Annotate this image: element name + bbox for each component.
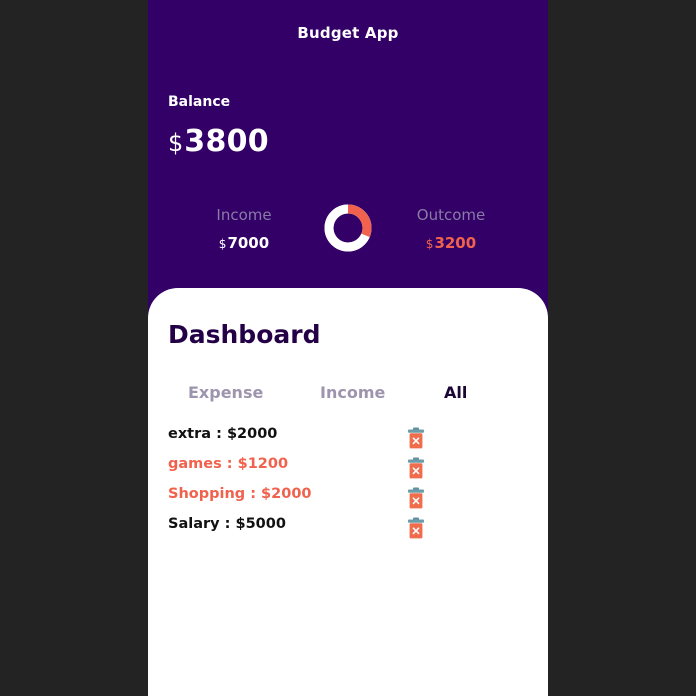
- income-summary: Income $ 7000: [184, 206, 304, 252]
- entry-text-shopping: Shopping : $2000: [168, 486, 312, 502]
- outcome-amount: 3200: [434, 234, 477, 252]
- list-item-salary: Salary : $5000: [168, 514, 528, 544]
- dashboard-tabs: Expense Income All: [148, 383, 548, 407]
- entry-text-extra: extra : $2000: [168, 426, 278, 442]
- app-title: Budget App: [297, 24, 399, 42]
- trash-icon[interactable]: [407, 487, 425, 509]
- income-amount: 7000: [227, 234, 270, 252]
- tab-expense[interactable]: Expense: [188, 383, 263, 402]
- outcome-value: $ 3200: [426, 234, 476, 252]
- tab-all[interactable]: All: [444, 383, 467, 402]
- trash-lid: [408, 459, 424, 463]
- trash-icon[interactable]: [407, 427, 425, 449]
- trash-lid: [408, 489, 424, 493]
- summary-header: Budget App Balance $ 3800 Income $ 7000 …: [148, 0, 548, 320]
- trash-lid: [408, 519, 424, 523]
- list-item-extra: extra : $2000: [168, 424, 528, 454]
- entry-text-games: games : $1200: [168, 456, 289, 472]
- income-outcome-donut-chart: [324, 204, 372, 252]
- entry-text-salary: Salary : $5000: [168, 516, 286, 532]
- list-item-shopping: Shopping : $2000: [168, 484, 528, 514]
- balance-currency: $: [168, 129, 184, 157]
- dashboard-title: Dashboard: [168, 320, 321, 349]
- balance-value: $ 3800: [168, 124, 269, 159]
- tab-income[interactable]: Income: [320, 383, 385, 402]
- dashboard-panel: Dashboard Expense Income All extra : $20…: [148, 288, 548, 696]
- trash-icon[interactable]: [407, 457, 425, 479]
- list-item-games: games : $1200: [168, 454, 528, 484]
- budget-app-screen: Budget App Balance $ 3800 Income $ 7000 …: [148, 0, 548, 696]
- outcome-summary: Outcome $ 3200: [391, 206, 511, 252]
- income-value: $ 7000: [219, 234, 269, 252]
- outcome-label: Outcome: [416, 206, 486, 224]
- trash-icon[interactable]: [407, 517, 425, 539]
- balance-label: Balance: [168, 94, 231, 110]
- income-label: Income: [216, 206, 272, 224]
- outcome-donut-segment: [347, 204, 372, 238]
- balance-amount: 3800: [184, 124, 269, 159]
- entries-list: extra : $2000 games : $1200 Shopping: $…: [168, 424, 528, 544]
- income-currency: $: [218, 237, 227, 251]
- trash-lid: [408, 429, 424, 433]
- outcome-currency: $: [425, 237, 434, 251]
